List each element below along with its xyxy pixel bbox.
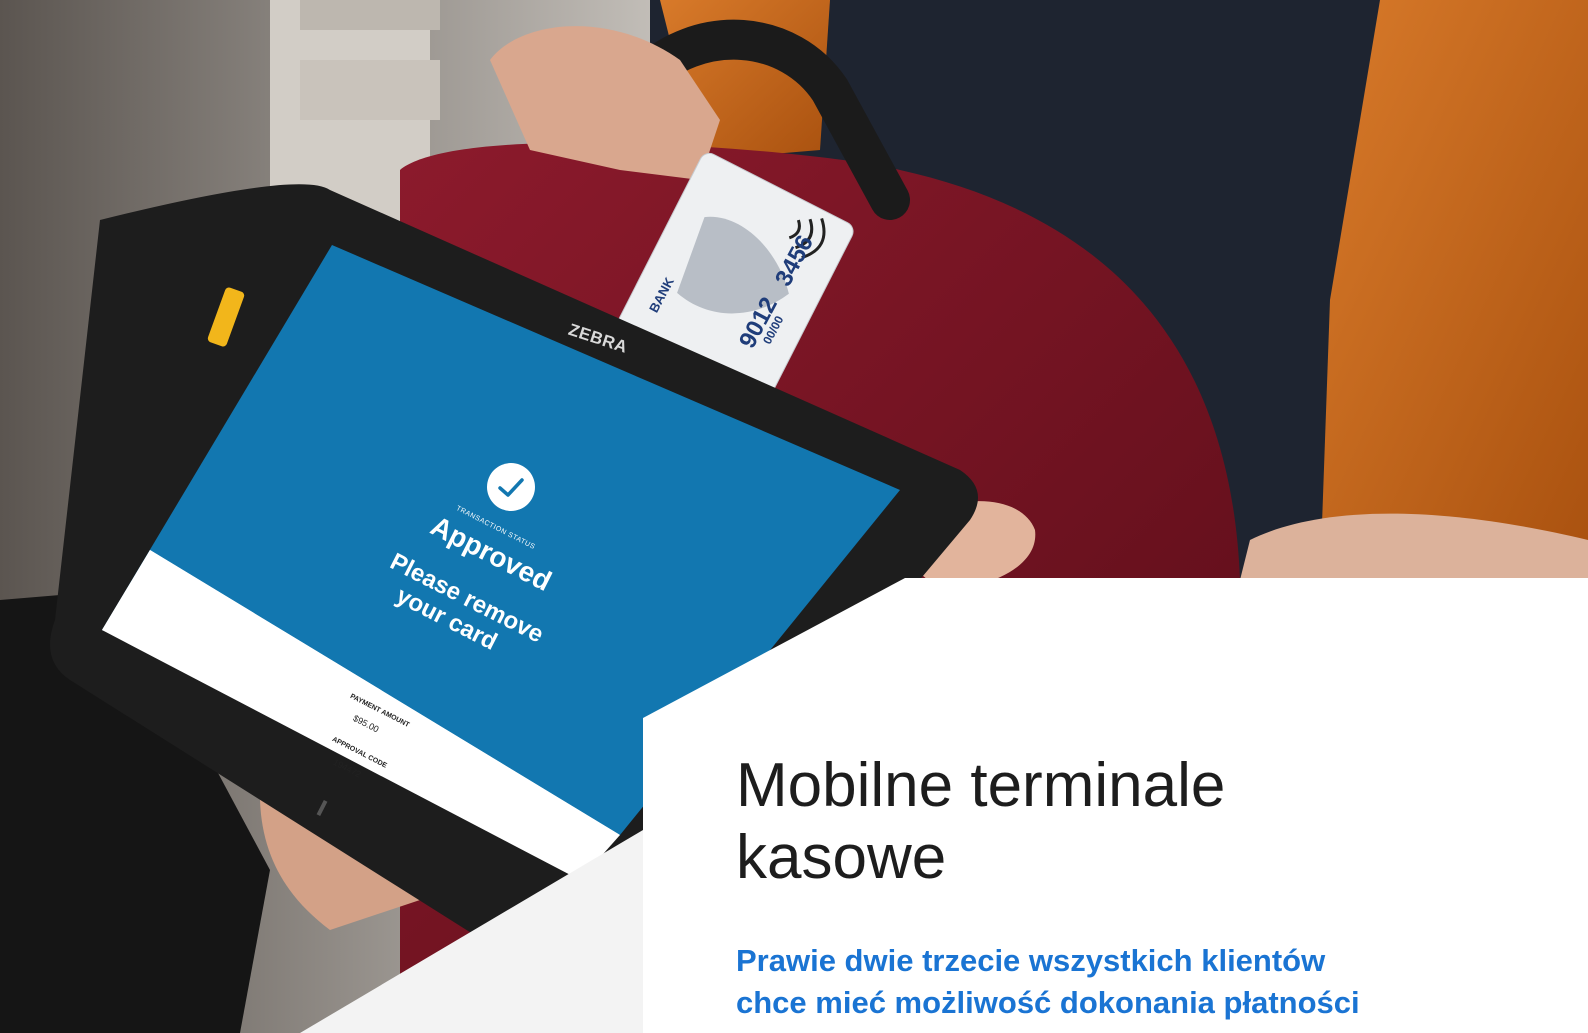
page-subtitle-line1: Prawie dwie trzecie wszystkich klientów bbox=[736, 943, 1326, 978]
page-subtitle: Prawie dwie trzecie wszystkich klientów … bbox=[736, 940, 1536, 1024]
page-title: Mobilne terminale kasowe bbox=[736, 750, 1536, 894]
page-subtitle-line2: chce mieć możliwość dokonania płatności bbox=[736, 985, 1360, 1020]
approved-check-icon bbox=[487, 463, 535, 511]
page-title-line2: kasowe bbox=[736, 823, 947, 892]
page-title-line1: Mobilne terminale bbox=[736, 751, 1226, 820]
